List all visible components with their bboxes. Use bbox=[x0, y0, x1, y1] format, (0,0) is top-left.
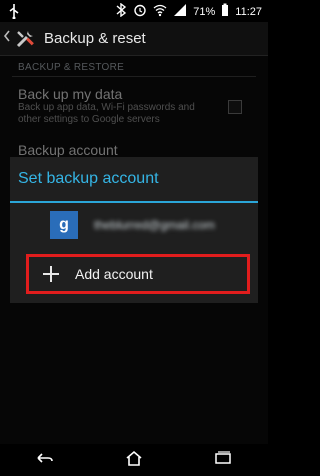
up-navigation[interactable] bbox=[2, 22, 12, 56]
plus-icon bbox=[41, 264, 61, 284]
clock-time: 11:27 bbox=[235, 5, 262, 18]
dialog-title: Set backup account bbox=[10, 157, 258, 203]
set-backup-account-dialog: Set backup account g theblurred@gmail.co… bbox=[10, 157, 258, 303]
account-option[interactable]: g theblurred@gmail.com bbox=[10, 205, 258, 245]
page-title: Backup & reset bbox=[44, 30, 146, 47]
alarm-icon bbox=[133, 3, 147, 20]
action-bar: Backup & reset bbox=[0, 22, 268, 56]
recents-icon bbox=[214, 450, 232, 470]
account-email: theblurred@gmail.com bbox=[94, 218, 215, 232]
back-button[interactable] bbox=[30, 450, 60, 470]
home-icon bbox=[125, 450, 143, 471]
navigation-bar bbox=[0, 444, 268, 476]
back-icon bbox=[36, 451, 54, 469]
signal-icon bbox=[173, 3, 187, 20]
battery-percent: 71% bbox=[193, 5, 216, 18]
wifi-icon bbox=[153, 3, 167, 20]
settings-tools-icon bbox=[12, 26, 38, 52]
recents-button[interactable] bbox=[208, 450, 238, 470]
battery-icon bbox=[221, 3, 229, 20]
chevron-left-icon bbox=[3, 29, 11, 48]
google-icon: g bbox=[50, 211, 78, 239]
status-bar: 71% 11:27 bbox=[0, 0, 268, 22]
add-account-button[interactable]: Add account bbox=[26, 254, 250, 294]
add-account-label: Add account bbox=[75, 266, 153, 282]
bluetooth-icon bbox=[115, 2, 127, 20]
home-button[interactable] bbox=[119, 450, 149, 470]
